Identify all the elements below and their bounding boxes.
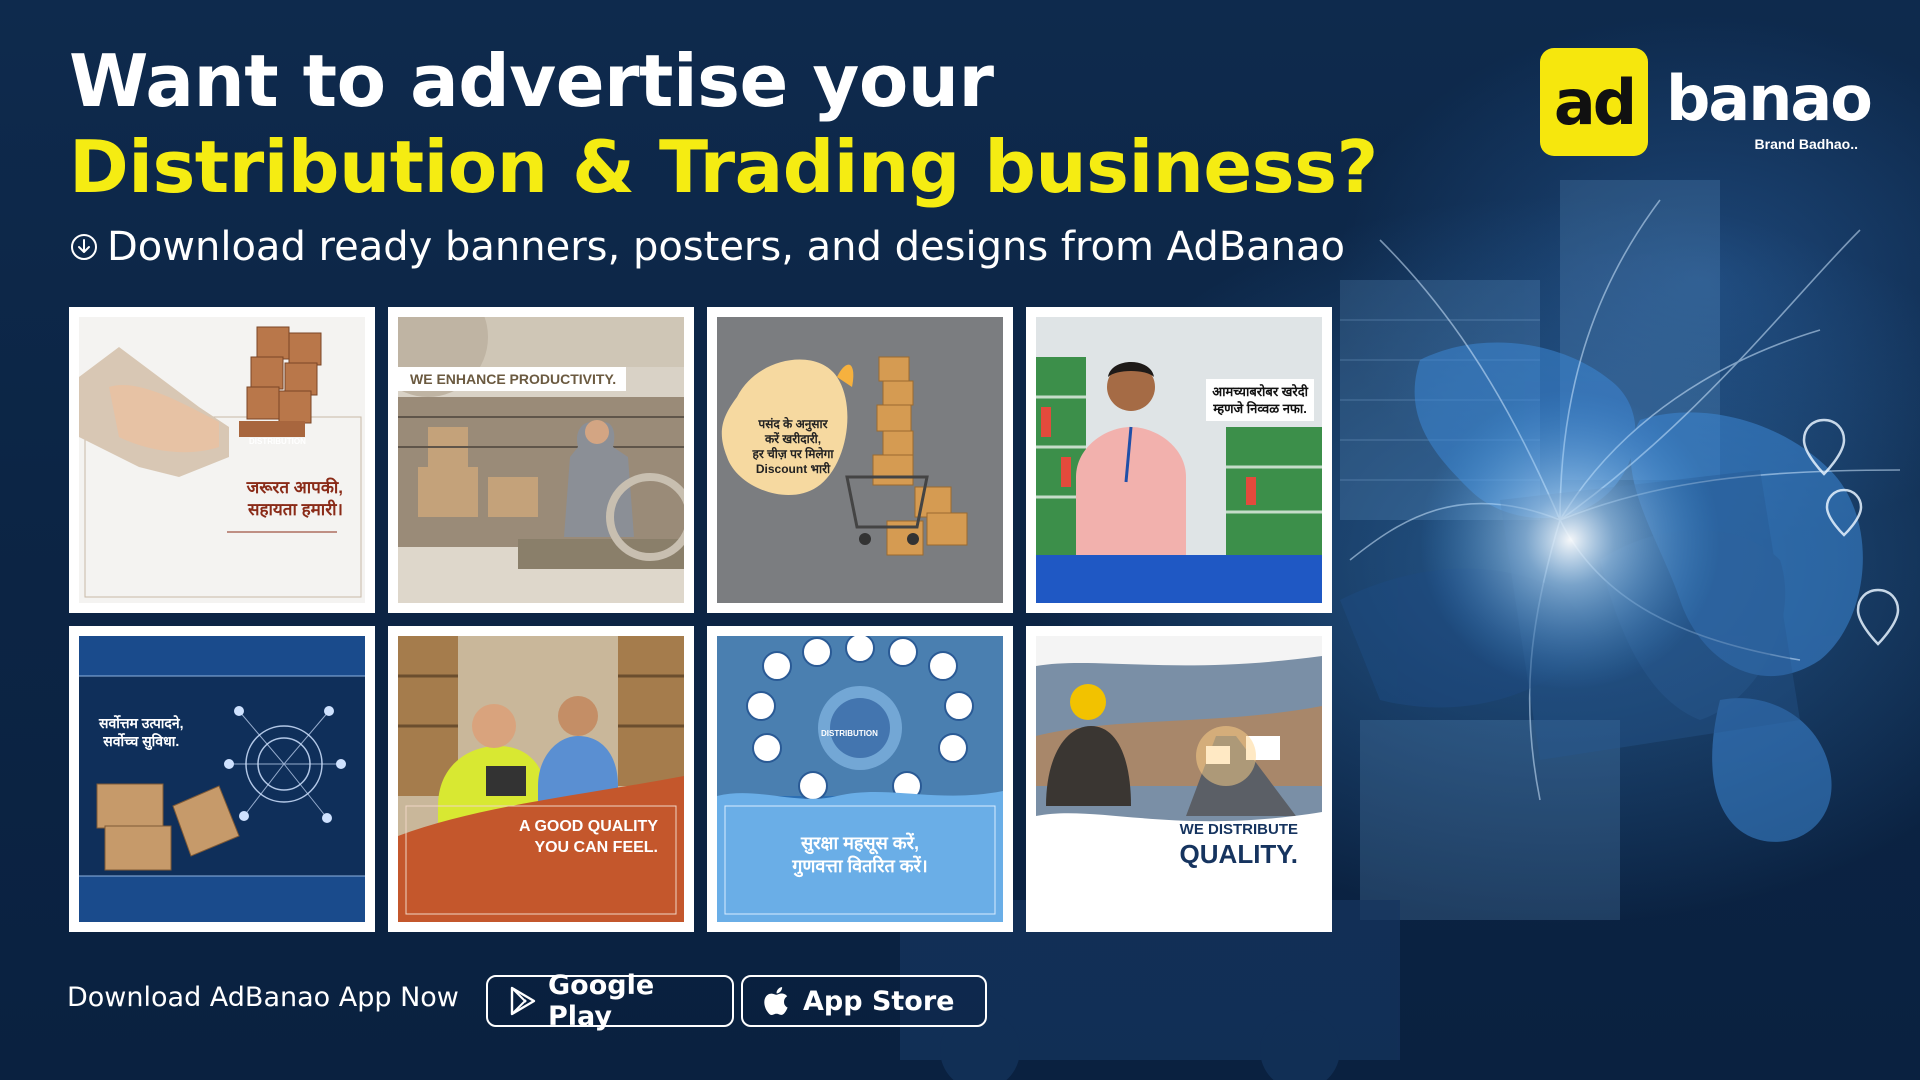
card-image: सर्वोत्तम उत्पादने, सर्वोच्च सुविधा.: [79, 636, 365, 922]
design-samples-grid: DISTRIBUTION जरूरत आपकी, सहायता हमारी। W…: [69, 307, 1332, 932]
card-image: पसंद के अनुसार करें खरीदारी, हर चीज़ पर …: [717, 317, 1003, 603]
card-caption: पसंद के अनुसार करें खरीदारी, हर चीज़ पर …: [752, 417, 834, 476]
google-play-button[interactable]: Google Play: [486, 970, 734, 1032]
subline: Download ready banners, posters, and des…: [69, 224, 1345, 270]
apple-icon: [764, 987, 788, 1016]
google-play-icon: [510, 986, 536, 1016]
card-image: WE DISTRIBUTE QUALITY.: [1036, 636, 1322, 922]
card-tag-distribution: DISTRIBUTION: [821, 729, 878, 738]
card-tag-distribution: DISTRIBUTION: [249, 437, 306, 446]
card-image: A GOOD QUALITY YOU CAN FEEL.: [398, 636, 684, 922]
card-image-cubes: [79, 317, 365, 603]
download-circle-icon: [71, 234, 97, 260]
card-image-network-boxes: [79, 636, 365, 922]
card-caption: सर्वोत्तम उत्पादने, सर्वोच्च सुविधा.: [99, 715, 184, 749]
design-card-best-products[interactable]: सर्वोत्तम उत्पादने, सर्वोच्च सुविधा.: [69, 626, 375, 932]
card-caption: जरूरत आपकी, सहायता हमारी।: [246, 478, 343, 519]
design-card-good-quality[interactable]: A GOOD QUALITY YOU CAN FEEL.: [388, 626, 694, 932]
card-image-warehouse-workers: [398, 636, 684, 922]
headline-line-1: Want to advertise your: [69, 39, 994, 123]
subline-text: Download ready banners, posters, and des…: [107, 224, 1346, 270]
card-caption: A GOOD QUALITY YOU CAN FEEL.: [519, 818, 658, 856]
design-card-feel-safe[interactable]: DISTRIBUTION सुरक्षा महसूस करें, गुणवत्त…: [707, 626, 1013, 932]
card-image: आमच्याबरोबर खरेदी म्हणजे निव्वळ नफा.: [1036, 317, 1322, 603]
design-card-distribute-quality[interactable]: WE DISTRIBUTE QUALITY.: [1026, 626, 1332, 932]
app-store-button[interactable]: App Store: [741, 975, 987, 1027]
design-card-discount-shopping[interactable]: पसंद के अनुसार करें खरीदारी, हर चीज़ पर …: [707, 307, 1013, 613]
logo-word: banao: [1666, 62, 1873, 135]
headline-line-2: Distribution & Trading business?: [69, 125, 1378, 209]
logo-badge: ad: [1540, 48, 1648, 156]
card-image-warehouse: [398, 317, 684, 603]
app-store-label: App Store: [803, 985, 955, 1017]
card-image: DISTRIBUTION जरूरत आपकी, सहायता हमारी।: [79, 317, 365, 603]
download-app-text: Download AdBanao App Now: [67, 982, 459, 1013]
card-image-trucks-road: [1036, 636, 1322, 922]
card-caption: आमच्याबरोबर खरेदी म्हणजे निव्वळ नफा.: [1206, 379, 1314, 421]
design-card-enhance-productivity[interactable]: WE ENHANCE PRODUCTIVITY.: [388, 307, 694, 613]
card-image-distribution-icons: [717, 636, 1003, 922]
google-play-label: Google Play: [548, 970, 655, 1032]
adbanao-logo: ad banao Brand Badhao..: [1540, 48, 1873, 158]
design-card-distribution-cubes[interactable]: DISTRIBUTION जरूरत आपकी, सहायता हमारी।: [69, 307, 375, 613]
headline: Want to advertise your Distribution & Tr…: [69, 38, 1378, 210]
design-card-profit-shopping[interactable]: आमच्याबरोबर खरेदी म्हणजे निव्वळ नफा.: [1026, 307, 1332, 613]
card-image: WE ENHANCE PRODUCTIVITY.: [398, 317, 684, 603]
card-caption: सुरक्षा महसूस करें, गुणवत्ता वितरित करें…: [792, 833, 928, 876]
card-caption: WE DISTRIBUTE QUALITY.: [1179, 821, 1298, 869]
card-image: DISTRIBUTION सुरक्षा महसूस करें, गुणवत्त…: [717, 636, 1003, 922]
logo-tagline: Brand Badhao..: [1754, 136, 1858, 152]
card-image-store-man: [1036, 317, 1322, 603]
card-caption: WE ENHANCE PRODUCTIVITY.: [398, 367, 627, 391]
